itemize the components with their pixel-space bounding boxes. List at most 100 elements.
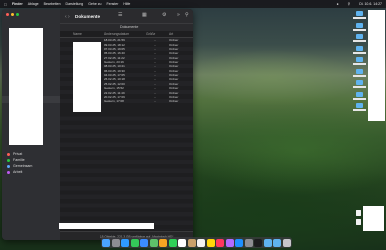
menubar-clock[interactable]: Di. 10.6. 14:27 [359,2,382,6]
desktop-folder[interactable] [351,102,367,114]
folder-icon [356,68,363,74]
menu-hilfe[interactable]: Hilfe [123,2,130,6]
redacted-bar [59,223,154,229]
desktop-label [353,28,366,31]
group-icon[interactable]: ▦ [142,12,147,18]
column-kind[interactable]: Art [169,32,173,36]
tag-dot-icon [7,152,10,156]
desktop-folder[interactable] [351,68,367,80]
folder-icon [356,45,363,51]
folder-icon [356,11,363,16]
zoom-button[interactable] [16,13,19,16]
menu-bar:  Finder Ablage Bearbeiten Darstellung G… [0,0,386,8]
finder-icon[interactable] [102,238,111,247]
sidebar-tag-label: Arbeit [13,170,23,174]
documents-folder-icon[interactable] [273,238,282,247]
folder-icon [356,103,363,108]
reminders-icon[interactable] [197,238,206,247]
redacted-desktop-block [363,206,384,231]
folder-icon [356,57,363,62]
minimize-button[interactable] [11,13,14,16]
close-button[interactable] [6,13,9,16]
photos-icon[interactable] [159,238,168,247]
desktop-folder[interactable] [351,45,367,57]
mail-icon[interactable] [140,238,149,247]
tag-dot-icon [7,158,10,162]
desktop-label [353,40,366,42]
menu-finder[interactable]: Finder [12,2,23,6]
path-label[interactable]: Dokumente [120,25,138,29]
maps-icon[interactable] [149,238,158,247]
dock [101,237,292,248]
desktop-label [353,97,366,100]
notes-icon[interactable] [206,238,215,247]
menu-bearbeiten[interactable]: Bearbeiten [44,2,61,6]
desktop-folder[interactable] [351,91,367,103]
window-controls [6,13,19,16]
folder-icon [356,22,363,28]
menu-darstellung[interactable]: Darstellung [66,2,84,6]
settings-icon[interactable] [244,238,253,247]
downloads-folder-icon[interactable] [263,238,272,247]
finder-sidebar: Privat Familie Gemeinsam Arbeit [2,9,60,240]
calendar-icon[interactable] [178,238,187,247]
menu-ablage[interactable]: Ablage [28,2,39,6]
desktop-icons [351,10,367,114]
path-bar: Dokumente [60,23,193,31]
music-icon[interactable] [216,238,225,247]
redacted-desktop-labels [368,10,385,121]
search-icon[interactable]: ⚲ [185,12,189,18]
sidebar-tag-label: Privat [13,152,23,156]
tag-dot-icon [7,170,10,174]
apple-menu-icon[interactable]:  [4,2,7,7]
column-date[interactable]: Änderungsdatum [104,32,129,36]
tag-dot-icon [7,164,10,168]
safari-icon[interactable] [121,238,130,247]
desktop-folder[interactable] [351,22,367,34]
document-icon[interactable] [356,210,361,216]
sidebar-tag-arbeit[interactable]: Arbeit [7,169,32,175]
menu-gehe-zu[interactable]: Gehe zu [88,2,101,6]
finder-content: ‹ › Dokumente ☰ ▦ ⚙ » ⚲ Dokumente Name Ä… [60,9,193,240]
finder-toolbar: ‹ › Dokumente ☰ ▦ ⚙ » ⚲ [60,9,193,23]
view-options-icon[interactable]: ☰ [118,12,122,18]
more-icon[interactable]: » [177,12,180,18]
window-title: Dokumente [75,13,101,19]
folder-icon [356,80,363,85]
podcasts-icon[interactable] [225,238,234,247]
redacted-names-block [73,42,101,112]
messages-icon[interactable] [130,238,139,247]
menu-fenster[interactable]: Fenster [107,2,119,6]
empty-list-area [60,112,193,230]
search-icon[interactable]: ⚲ [348,2,351,6]
facetime-icon[interactable] [168,238,177,247]
back-forward-icon[interactable]: ‹ › [65,14,70,20]
desktop-label [353,63,366,65]
trash-icon[interactable] [282,238,291,247]
column-name[interactable]: Name [73,32,82,36]
desktop-label [353,17,366,19]
sidebar-tag-label: Familie [13,158,25,162]
desktop-folder[interactable] [351,33,367,45]
sidebar-tag-label: Gemeinsam [13,164,33,168]
desktop-folder[interactable] [351,56,367,68]
desktop-label [353,74,366,77]
terminal-icon[interactable] [254,238,263,247]
desktop-label [353,109,366,111]
wifi-icon[interactable]: ● [337,2,339,6]
folder-icon [356,91,363,97]
desktop-folder[interactable] [351,79,367,91]
document-icon[interactable] [356,219,361,225]
action-menu-icon[interactable]: ⚙ [162,12,166,18]
appstore-icon[interactable] [235,238,244,247]
column-header: Name Änderungsdatum Größe Art [60,31,193,38]
finder-window: Privat Familie Gemeinsam Arbeit ‹ › Doku… [2,9,193,240]
launchpad-icon[interactable] [111,238,120,247]
sidebar-tags: Privat Familie Gemeinsam Arbeit [7,151,32,175]
desktop-label [353,86,366,88]
sidebar-redacted-block [9,28,43,145]
desktop-label [353,51,366,54]
column-size[interactable]: Größe [146,32,155,36]
desktop-folder[interactable] [351,10,367,22]
contacts-icon[interactable] [187,238,196,247]
